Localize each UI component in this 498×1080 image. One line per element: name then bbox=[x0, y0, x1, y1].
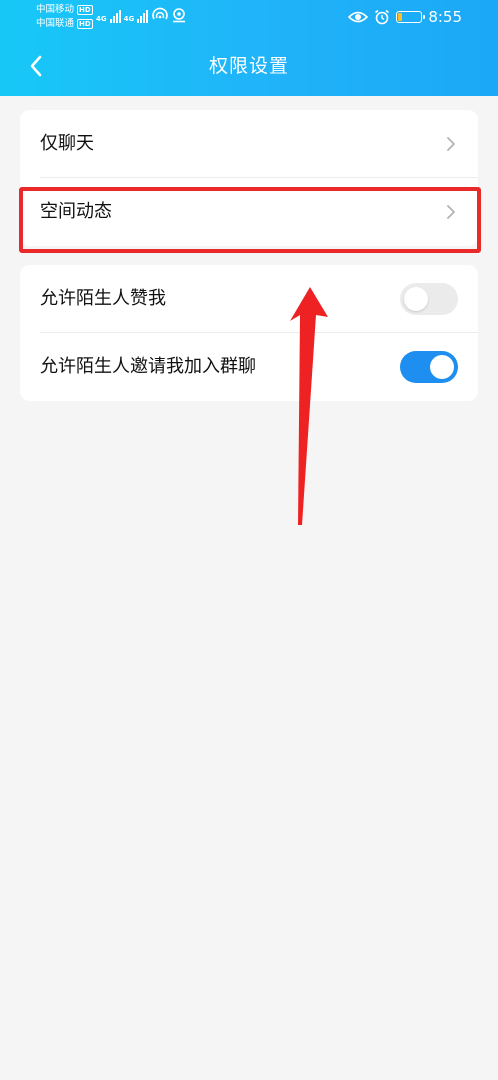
alarm-icon bbox=[375, 9, 390, 25]
signal-icon-2 bbox=[137, 9, 149, 23]
network-type-1: 4G bbox=[96, 15, 107, 23]
hd-badge-1: HD bbox=[77, 5, 93, 15]
nav-bar: 权限设置 bbox=[0, 36, 498, 96]
page-title: 权限设置 bbox=[208, 55, 289, 77]
toggle-label: 允许陌生人赞我 bbox=[40, 288, 166, 309]
toggle-knob bbox=[430, 355, 454, 379]
menu-item-space-feed[interactable]: 空间动态 bbox=[20, 178, 478, 246]
signal-icon bbox=[109, 9, 121, 23]
battery-icon bbox=[396, 11, 426, 23]
eye-icon bbox=[348, 11, 369, 23]
hd-badge-2: HD bbox=[77, 19, 93, 29]
menu-item-label: 空间动态 bbox=[40, 201, 112, 222]
toggle-label: 允许陌生人邀请我加入群聊 bbox=[40, 356, 256, 377]
status-bar: 中国移动 HD 中国联通 HD 4G 4G 8:55 bbox=[0, 0, 498, 36]
carrier-name-2: 中国联通 bbox=[36, 18, 75, 29]
annotation-arrow-icon bbox=[290, 287, 328, 525]
privacy-menu-card: 仅聊天 空间动态 bbox=[20, 110, 478, 246]
hotspot-icon bbox=[152, 7, 169, 20]
menu-item-label: 仅聊天 bbox=[40, 133, 94, 154]
chevron-right-icon bbox=[447, 137, 455, 151]
stranger-permissions-card: 允许陌生人赞我 允许陌生人邀请我加入群聊 bbox=[20, 265, 478, 401]
nfc-icon bbox=[173, 8, 186, 23]
status-time: 8:55 bbox=[428, 8, 462, 26]
stranger-like-toggle[interactable] bbox=[400, 283, 458, 315]
toggle-knob bbox=[404, 287, 428, 311]
toggle-row-stranger-group-invite: 允许陌生人邀请我加入群聊 bbox=[20, 333, 478, 401]
network-type-2: 4G bbox=[123, 15, 135, 23]
toggle-row-stranger-like: 允许陌生人赞我 bbox=[20, 265, 478, 333]
stranger-group-invite-toggle[interactable] bbox=[400, 351, 458, 383]
carrier-name-1: 中国移动 bbox=[36, 4, 75, 15]
carrier-info: 中国移动 HD 中国联通 HD bbox=[36, 3, 93, 31]
network-icons: 4G 4G bbox=[96, 7, 186, 23]
status-right: 8:55 bbox=[348, 7, 462, 27]
menu-item-chat-only[interactable]: 仅聊天 bbox=[20, 110, 478, 178]
header: 中国移动 HD 中国联通 HD 4G 4G 8:55 权限设置 bbox=[0, 0, 498, 96]
chevron-right-icon bbox=[447, 205, 455, 219]
